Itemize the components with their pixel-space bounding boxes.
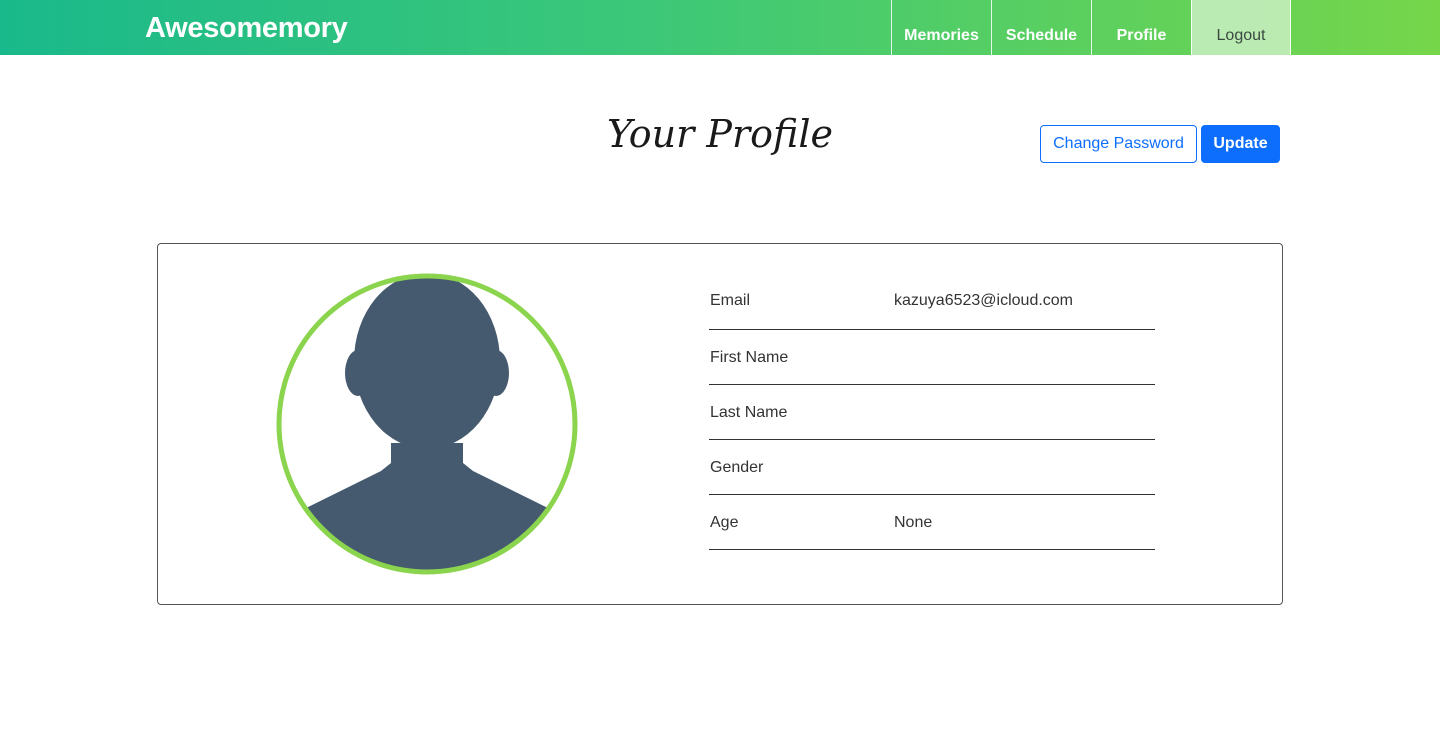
field-row-email: Email kazuya6523@icloud.com bbox=[709, 273, 1155, 330]
field-row-gender: Gender bbox=[709, 440, 1155, 495]
profile-fields: Email kazuya6523@icloud.com First Name L… bbox=[709, 273, 1155, 550]
field-label: Last Name bbox=[710, 404, 788, 421]
update-button[interactable]: Update bbox=[1201, 125, 1280, 163]
brand-logo[interactable]: Awesomemory bbox=[145, 12, 348, 45]
top-navbar: Awesomemory Memories Schedule Profile Lo… bbox=[0, 0, 1440, 55]
profile-card: Email kazuya6523@icloud.com First Name L… bbox=[157, 243, 1283, 605]
nav-item-logout[interactable]: Logout bbox=[1191, 0, 1291, 55]
nav-menu: Memories Schedule Profile Logout bbox=[891, 0, 1291, 55]
field-value: kazuya6523@icloud.com bbox=[894, 292, 1074, 309]
page-title: Your Profile bbox=[607, 112, 833, 156]
change-password-button[interactable]: Change Password bbox=[1040, 125, 1197, 163]
field-row-first-name: First Name bbox=[709, 330, 1155, 385]
avatar bbox=[276, 273, 578, 575]
nav-item-profile[interactable]: Profile bbox=[1091, 0, 1191, 55]
nav-item-schedule[interactable]: Schedule bbox=[991, 0, 1091, 55]
field-label: Email bbox=[710, 292, 751, 309]
field-label: Age bbox=[710, 514, 739, 531]
field-label: First Name bbox=[710, 349, 789, 366]
nav-item-memories[interactable]: Memories bbox=[891, 0, 991, 55]
field-value: None bbox=[894, 514, 933, 531]
field-label: Gender bbox=[710, 459, 764, 476]
field-row-last-name: Last Name bbox=[709, 385, 1155, 440]
field-row-age: Age None bbox=[709, 495, 1155, 550]
user-silhouette-icon bbox=[276, 273, 578, 575]
